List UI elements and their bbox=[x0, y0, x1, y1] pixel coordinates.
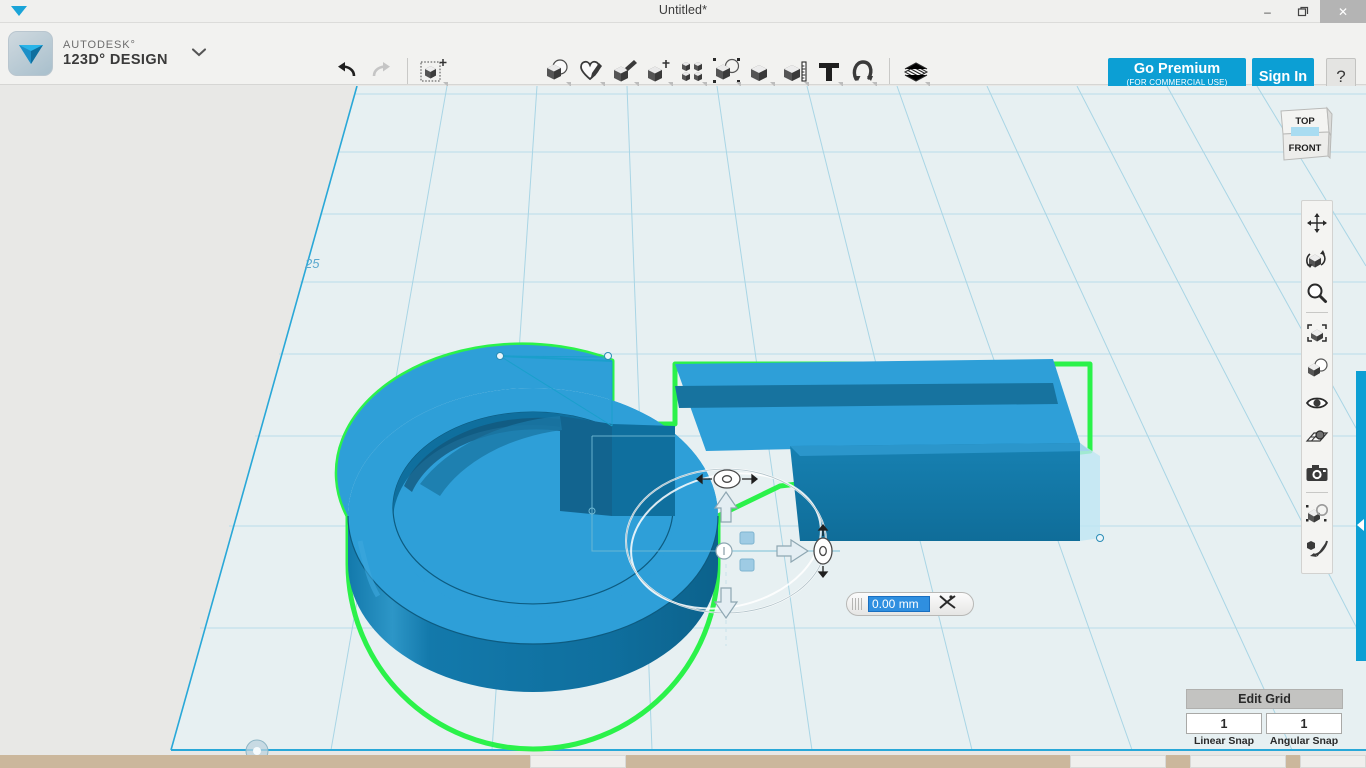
notch-face-a bbox=[612, 424, 675, 516]
right-panel-toggle[interactable] bbox=[1356, 371, 1366, 661]
bar-front-face bbox=[790, 443, 1080, 541]
brand-text: AUTODESK° 123D° DESIGN bbox=[63, 39, 168, 68]
brand-line2: 123D° DESIGN bbox=[63, 51, 168, 68]
app-toolbar: AUTODESK° 123D° DESIGN Go Premium (FOR C… bbox=[0, 23, 1366, 95]
primitives-icon[interactable] bbox=[540, 53, 574, 89]
view-cube-top-label: TOP bbox=[1295, 116, 1315, 127]
grid-snap-icon[interactable] bbox=[1302, 420, 1332, 455]
snap-icon[interactable] bbox=[846, 53, 880, 89]
pattern-icon[interactable] bbox=[676, 53, 710, 89]
text-icon[interactable] bbox=[812, 53, 846, 89]
materials-browser-icon[interactable] bbox=[1302, 495, 1332, 530]
snap-fields-row: 1 1 bbox=[1186, 713, 1343, 734]
measure-icon[interactable] bbox=[778, 53, 812, 89]
fit-icon[interactable] bbox=[1302, 315, 1332, 350]
nav-separator-2 bbox=[1306, 492, 1328, 493]
taskbar-item[interactable] bbox=[1070, 755, 1166, 768]
construct-icon[interactable] bbox=[608, 53, 642, 89]
visibility-icon[interactable] bbox=[1302, 385, 1332, 420]
navigation-toolbar bbox=[1301, 200, 1333, 574]
chevron-left-icon bbox=[1357, 519, 1364, 531]
linear-snap-label: Linear Snap bbox=[1193, 735, 1255, 747]
bar-band bbox=[675, 383, 1058, 408]
title-bar: Untitled* – ✕ bbox=[0, 0, 1366, 23]
scale-handle-b bbox=[739, 558, 755, 572]
constrain-icon[interactable] bbox=[937, 593, 957, 616]
autodesk-logo-icon bbox=[8, 31, 53, 76]
scale-handle-a bbox=[739, 531, 755, 545]
edit-grid-panel: Edit Grid 1 1 Linear Snap Angular Snap bbox=[1186, 689, 1343, 747]
close-button[interactable]: ✕ bbox=[1320, 0, 1366, 23]
taskbar-strip bbox=[0, 755, 1366, 768]
view-style-icon[interactable] bbox=[1302, 350, 1332, 385]
pan-icon[interactable] bbox=[1302, 205, 1332, 240]
redo-icon[interactable] bbox=[364, 53, 398, 89]
snap-labels-row: Linear Snap Angular Snap bbox=[1186, 735, 1343, 747]
transform-icon[interactable] bbox=[417, 53, 451, 89]
camera-icon[interactable] bbox=[1302, 455, 1332, 490]
notch-face-b bbox=[560, 416, 612, 516]
dimension-value-input[interactable]: 0.00 mm bbox=[868, 596, 930, 612]
history-tool-group bbox=[330, 53, 451, 89]
orbit-icon[interactable] bbox=[1302, 240, 1332, 275]
viewport-canvas[interactable]: 25 TOP FRONT 0.00 mm Edit Grid 1 1 Linea… bbox=[0, 86, 1366, 755]
minimize-button[interactable]: – bbox=[1250, 0, 1285, 23]
maximize-button[interactable] bbox=[1285, 0, 1320, 23]
chevron-down-icon[interactable] bbox=[190, 45, 208, 63]
sketch-icon[interactable] bbox=[574, 53, 608, 89]
axis-label-25: 25 bbox=[304, 256, 320, 271]
angular-snap-input[interactable]: 1 bbox=[1266, 713, 1342, 734]
grouping-icon[interactable] bbox=[710, 53, 744, 89]
modify-icon[interactable] bbox=[642, 53, 676, 89]
scene-svg: 25 bbox=[170, 86, 1366, 755]
edit-grid-button[interactable]: Edit Grid bbox=[1186, 689, 1343, 709]
effects-icon[interactable] bbox=[1302, 530, 1332, 565]
brand-block[interactable]: AUTODESK° 123D° DESIGN bbox=[8, 31, 208, 76]
window-title: Untitled* bbox=[658, 3, 708, 17]
brand-line1: AUTODESK° bbox=[63, 39, 136, 52]
window-controls: – ✕ bbox=[1250, 0, 1366, 23]
app-window: Untitled* – ✕ AUTODESK° 123D° DESIGN Go … bbox=[0, 0, 1366, 768]
materials-icon[interactable] bbox=[899, 53, 933, 89]
toolbar-separator bbox=[407, 58, 408, 84]
taskbar-item[interactable] bbox=[530, 755, 626, 768]
nav-separator-1 bbox=[1306, 312, 1328, 313]
go-premium-title: Go Premium bbox=[1133, 61, 1221, 77]
toolbar-separator-2 bbox=[889, 58, 890, 84]
dimension-input-widget[interactable]: 0.00 mm bbox=[846, 592, 974, 616]
taskbar-item[interactable] bbox=[1300, 755, 1366, 768]
zoom-icon[interactable] bbox=[1302, 275, 1332, 310]
taskbar-item[interactable] bbox=[1190, 755, 1286, 768]
drag-grip-icon[interactable] bbox=[852, 598, 864, 610]
angular-snap-label: Angular Snap bbox=[1269, 735, 1339, 747]
view-cube-front-label: FRONT bbox=[1289, 143, 1322, 154]
view-cube[interactable]: TOP FRONT bbox=[1275, 104, 1335, 164]
combine-icon[interactable] bbox=[744, 53, 778, 89]
undo-icon[interactable] bbox=[330, 53, 364, 89]
modeling-tool-group bbox=[540, 53, 933, 89]
linear-snap-input[interactable]: 1 bbox=[1186, 713, 1262, 734]
